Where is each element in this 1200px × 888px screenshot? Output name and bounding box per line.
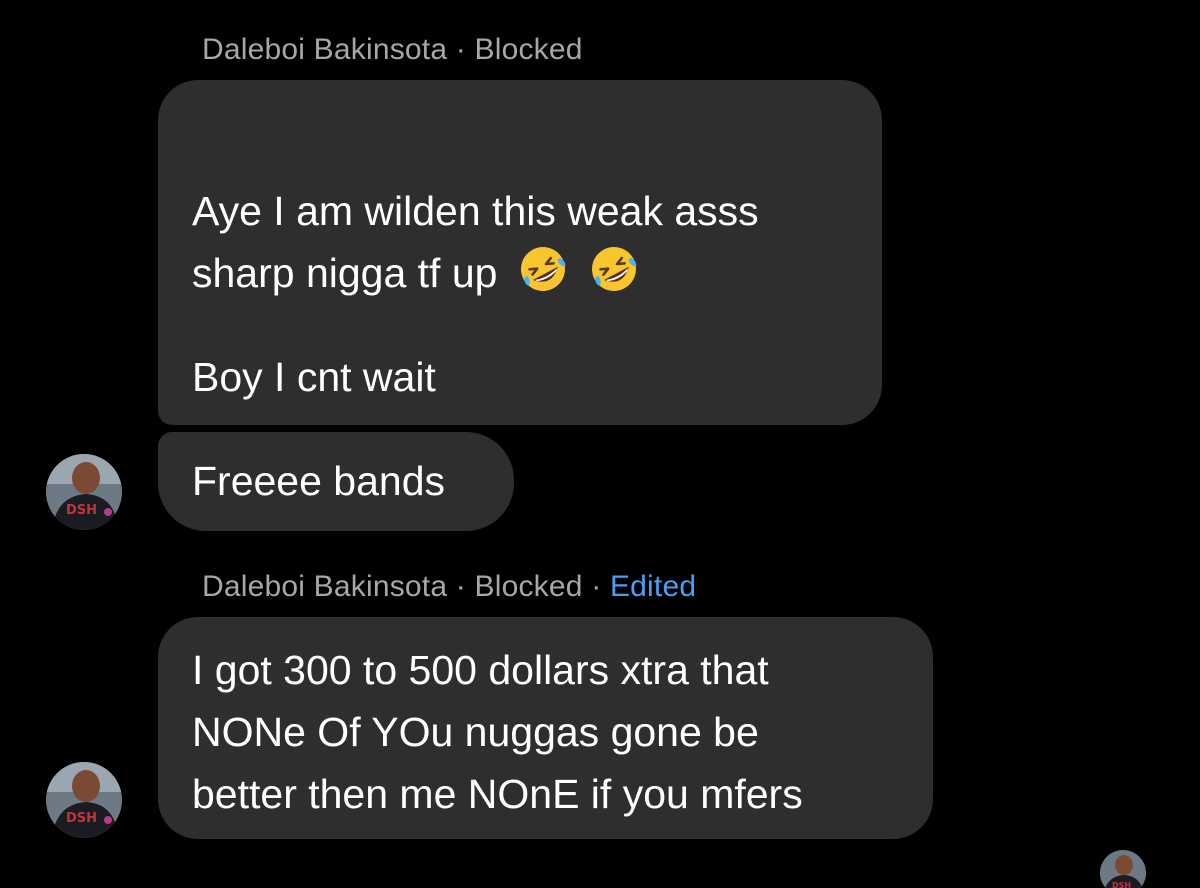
sender-name[interactable]: Daleboi Bakinsota bbox=[202, 33, 447, 66]
message-text-line: I got 300 to 500 dollars xtra that bbox=[192, 647, 769, 693]
message-bubble[interactable]: Freeee bands bbox=[158, 432, 514, 531]
sender-avatar[interactable]: DSH bbox=[46, 762, 122, 838]
rolling-laughing-emoji-icon bbox=[592, 247, 637, 291]
blocked-status: Blocked bbox=[474, 33, 583, 66]
avatar-photo-icon: DSH bbox=[46, 454, 122, 530]
message-text: Freeee bands bbox=[192, 458, 446, 504]
sender-name[interactable]: Daleboi Bakinsota bbox=[202, 570, 447, 603]
avatar-photo-icon: DSH bbox=[46, 762, 122, 838]
separator: · bbox=[455, 570, 466, 603]
svg-text:DSH: DSH bbox=[1112, 881, 1131, 888]
blocked-status: Blocked bbox=[474, 570, 583, 603]
message-text-line: Aye I am wilden this weak asss bbox=[192, 188, 759, 234]
svg-text:DSH: DSH bbox=[66, 503, 97, 518]
separator: · bbox=[591, 570, 602, 603]
message-header: Daleboi Bakinsota · Blocked · Edited bbox=[202, 570, 696, 604]
message-text-line: NONe Of YOu nuggas gone be bbox=[192, 709, 759, 755]
message-text-line: Boy I cnt wait bbox=[192, 354, 436, 400]
message-text-line: better then me NOnE if you mfers bbox=[192, 771, 803, 817]
message-bubble[interactable]: I got 300 to 500 dollars xtra that NONe … bbox=[158, 617, 933, 839]
message-text-line: sharp nigga tf up bbox=[192, 242, 640, 304]
rolling-laughing-emoji-icon bbox=[520, 247, 566, 291]
message-bubble[interactable]: Aye I am wilden this weak asss sharp nig… bbox=[158, 80, 882, 425]
sender-avatar[interactable]: DSH bbox=[46, 454, 122, 530]
read-receipt-avatar: DSH bbox=[1100, 850, 1146, 888]
separator: · bbox=[455, 33, 466, 66]
edited-link[interactable]: Edited bbox=[610, 570, 696, 603]
svg-text:DSH: DSH bbox=[66, 811, 97, 826]
message-header: Daleboi Bakinsota · Blocked bbox=[202, 33, 583, 67]
chat-thread: Daleboi Bakinsota · Blocked Aye I am wil… bbox=[0, 0, 1200, 888]
avatar-photo-icon: DSH bbox=[1100, 850, 1146, 888]
